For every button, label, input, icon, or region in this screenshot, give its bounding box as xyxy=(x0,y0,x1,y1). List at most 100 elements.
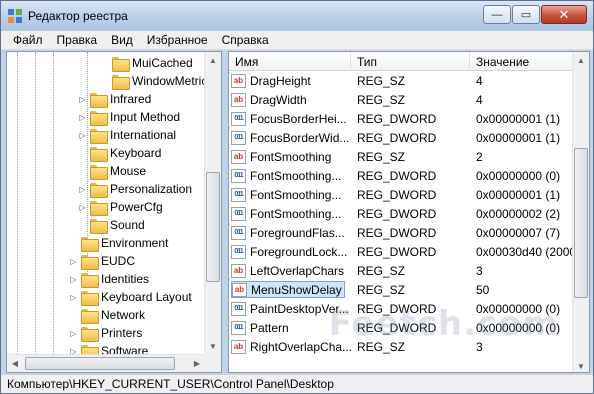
value-name-cell: 011 FontSmoothing... xyxy=(229,204,351,223)
expand-arrow-icon[interactable]: ▷ xyxy=(78,90,87,108)
expand-arrow-icon[interactable]: ▷ xyxy=(69,288,78,306)
tree-item[interactable]: MuiCached xyxy=(100,54,193,72)
list-item[interactable]: ab FontSmoothing REG_SZ 2 xyxy=(229,147,573,166)
value-type: REG_SZ xyxy=(357,149,406,164)
value-name-cell: 011 FontSmoothing... xyxy=(229,166,351,185)
maximize-button[interactable]: ▭ xyxy=(512,5,540,24)
value-data: 0x00000001 (1) xyxy=(476,187,561,202)
value-name-cell: 011 FontSmoothing... xyxy=(229,185,351,204)
column-header-type[interactable]: Тип xyxy=(351,52,470,71)
status-bar: Компьютер\HKEY_CURRENT_USER\Control Pane… xyxy=(1,374,593,393)
tree-item[interactable]: WindowMetric xyxy=(100,72,205,90)
tree-scroll-thumb[interactable] xyxy=(206,172,220,282)
tree-item[interactable]: ▷ International xyxy=(78,126,176,144)
values-scroll-thumb[interactable] xyxy=(574,148,588,298)
list-item[interactable]: 011 ForegroundFlas... REG_DWORD 0x00000007 … xyxy=(229,223,573,242)
tree-item-label: Keyboard xyxy=(110,146,162,160)
value-name: Pattern xyxy=(250,320,289,335)
title-bar[interactable]: Редактор реестра — ▭ ✕ xyxy=(1,1,593,31)
scroll-down-arrow-icon[interactable]: ▼ xyxy=(205,338,221,354)
minimize-button[interactable]: — xyxy=(483,5,511,24)
menu-favorites[interactable]: Избранное xyxy=(140,33,215,47)
value-name-wrap: 011 FontSmoothing... xyxy=(231,205,343,222)
list-item[interactable]: 011 Pattern REG_DWORD 0x00000000 (0) xyxy=(229,318,573,337)
tree-item[interactable]: Sound xyxy=(78,216,145,234)
column-header-name[interactable]: Имя xyxy=(229,52,351,71)
tree-item[interactable]: ▷ Printers xyxy=(69,324,142,342)
tree-item[interactable]: Mouse xyxy=(78,162,146,180)
list-item[interactable]: ab DragWidth REG_SZ 4 xyxy=(229,90,573,109)
menu-edit[interactable]: Правка xyxy=(50,33,105,47)
tree-item[interactable]: Network xyxy=(69,306,145,324)
list-item[interactable]: 011 FocusBorderHei... REG_DWORD 0x00000001 … xyxy=(229,109,573,128)
tree-vertical-scrollbar[interactable]: ▲ ▼ xyxy=(204,52,221,354)
menu-file[interactable]: Файл xyxy=(6,33,50,47)
expand-arrow-icon[interactable]: ▷ xyxy=(69,270,78,288)
value-type: REG_DWORD xyxy=(357,320,437,335)
tree-item[interactable]: ▷ Infrared xyxy=(78,90,151,108)
expand-arrow-icon[interactable]: ▷ xyxy=(78,126,87,144)
value-type: REG_DWORD xyxy=(357,301,437,316)
column-header-value[interactable]: Значение xyxy=(470,52,573,71)
expand-arrow-icon[interactable]: ▷ xyxy=(78,180,87,198)
tree-item[interactable]: Environment xyxy=(69,234,168,252)
binary-value-icon: 011 xyxy=(231,225,246,240)
scroll-corner xyxy=(204,354,221,372)
tree-item[interactable]: ▷ PowerCfg xyxy=(78,198,163,216)
list-item[interactable]: 011 ForegroundLock... REG_DWORD 0x00030d40 … xyxy=(229,242,573,261)
value-type: REG_DWORD xyxy=(357,225,437,240)
value-type: REG_DWORD xyxy=(357,168,437,183)
menu-help[interactable]: Справка xyxy=(215,33,276,47)
value-name-wrap: ab MenuShowDelay xyxy=(231,281,345,298)
value-name: FocusBorderWid... xyxy=(250,130,350,145)
values-pane: Имя Тип Значение ab DragHeight REG_SZ 4 ab Dr… xyxy=(228,51,590,373)
list-item[interactable]: 011 FocusBorderWid... REG_DWORD 0x00000001 … xyxy=(229,128,573,147)
scroll-left-arrow-icon[interactable]: ◀ xyxy=(7,355,23,372)
tree-item[interactable]: ▷ Software xyxy=(69,342,148,354)
tree-item-label: WindowMetric xyxy=(132,74,205,88)
folder-icon xyxy=(90,92,108,108)
tree-item[interactable]: ▷ EUDC xyxy=(69,252,135,270)
expand-arrow-icon[interactable]: ▷ xyxy=(78,198,87,216)
binary-value-icon: 011 xyxy=(231,168,246,183)
scroll-down-arrow-icon[interactable]: ▼ xyxy=(573,358,589,372)
binary-value-icon: 011 xyxy=(231,301,246,316)
binary-value-icon: 011 xyxy=(231,244,246,259)
tree-item[interactable]: ▷ Identities xyxy=(69,270,149,288)
binary-value-icon: 011 xyxy=(231,130,246,145)
list-item[interactable]: 011 FontSmoothing... REG_DWORD 0x00000001 (… xyxy=(229,185,573,204)
key-tree[interactable]: MuiCached WindowMetric ▷ Infrared ▷ Input Met… xyxy=(7,52,205,354)
tree-item[interactable]: ▷ Keyboard Layout xyxy=(69,288,192,306)
tree-item[interactable]: Keyboard xyxy=(78,144,161,162)
list-item[interactable]: ab LeftOverlapChars REG_SZ 3 xyxy=(229,261,573,280)
list-item[interactable]: 011 FontSmoothing... REG_DWORD 0x00000002 (… xyxy=(229,204,573,223)
value-data: 0x00000001 (1) xyxy=(476,111,561,126)
scroll-up-arrow-icon[interactable]: ▲ xyxy=(205,52,221,68)
value-name-cell: 011 ForegroundLock... xyxy=(229,242,351,261)
list-item[interactable]: ab RightOverlapCha... REG_SZ 3 xyxy=(229,337,573,356)
folder-icon xyxy=(81,254,99,270)
scroll-right-arrow-icon[interactable]: ▶ xyxy=(189,355,205,372)
tree-hscroll-thumb[interactable] xyxy=(25,357,175,370)
value-data: 0x00000000 (0) xyxy=(476,168,561,183)
expand-arrow-icon[interactable]: ▷ xyxy=(69,324,78,342)
value-data: 4 xyxy=(476,73,483,88)
expand-arrow-icon[interactable]: ▷ xyxy=(69,342,78,355)
menu-view[interactable]: Вид xyxy=(104,33,140,47)
tree-horizontal-scrollbar[interactable]: ◀ ▶ xyxy=(7,354,205,372)
folder-icon xyxy=(90,164,108,180)
value-data: 50 xyxy=(476,282,490,297)
list-item[interactable]: ab DragHeight REG_SZ 4 xyxy=(229,71,573,90)
list-item[interactable]: 011 PaintDesktopVer... REG_DWORD 0x00000000… xyxy=(229,299,573,318)
expand-arrow-icon[interactable]: ▷ xyxy=(78,108,87,126)
tree-guide-line xyxy=(17,52,18,354)
list-item-selected[interactable]: ab MenuShowDelay REG_SZ 50 xyxy=(229,280,573,299)
tree-item[interactable]: ▷ Input Method xyxy=(78,108,180,126)
tree-item[interactable]: ▷ Personalization xyxy=(78,180,192,198)
close-button[interactable]: ✕ xyxy=(541,5,587,24)
scroll-up-arrow-icon[interactable]: ▲ xyxy=(573,52,589,68)
value-data: 0x00030d40 (200000) xyxy=(476,244,573,259)
expand-arrow-icon[interactable]: ▷ xyxy=(69,252,78,270)
list-item[interactable]: 011 FontSmoothing... REG_DWORD 0x00000000 (… xyxy=(229,166,573,185)
values-vertical-scrollbar[interactable]: ▲ ▼ xyxy=(572,52,589,372)
